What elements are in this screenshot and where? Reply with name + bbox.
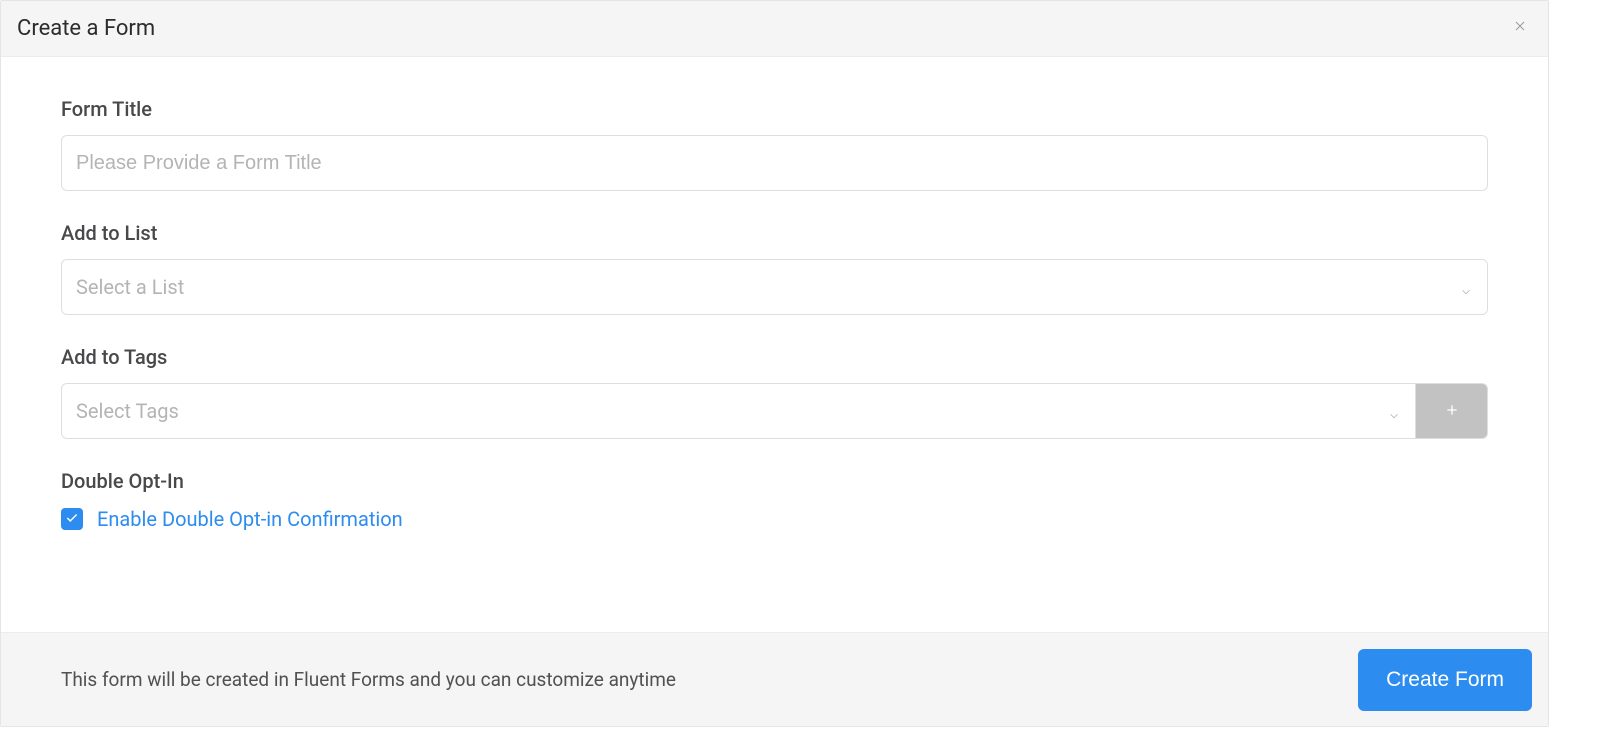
chevron-down-icon	[1459, 280, 1473, 294]
double-optin-label: Double Opt-In	[61, 469, 1488, 493]
footer-note: This form will be created in Fluent Form…	[61, 668, 676, 691]
close-button[interactable]	[1508, 17, 1532, 41]
close-icon	[1512, 18, 1528, 39]
plus-icon	[1444, 400, 1460, 422]
form-title-group: Form Title	[61, 97, 1488, 191]
add-to-tags-group: Add to Tags Select Tags	[61, 345, 1488, 439]
dialog-footer: This form will be created in Fluent Form…	[1, 632, 1548, 726]
dialog-body: Form Title Add to List Select a List Add…	[1, 57, 1548, 632]
double-optin-checkbox-label: Enable Double Opt-in Confirmation	[97, 507, 403, 531]
list-select[interactable]: Select a List	[61, 259, 1488, 315]
double-optin-group: Double Opt-In Enable Double Opt-in Confi…	[61, 469, 1488, 531]
tags-select[interactable]: Select Tags	[61, 383, 1416, 439]
list-select-placeholder: Select a List	[76, 275, 184, 299]
dialog-header: Create a Form	[1, 1, 1548, 57]
dialog-title: Create a Form	[17, 16, 155, 41]
chevron-down-icon	[1387, 404, 1401, 418]
add-to-list-label: Add to List	[61, 221, 1488, 245]
add-to-tags-label: Add to Tags	[61, 345, 1488, 369]
create-form-button[interactable]: Create Form	[1358, 649, 1532, 711]
create-form-dialog: Create a Form Form Title Add to List Sel…	[0, 0, 1549, 727]
form-title-input[interactable]	[61, 135, 1488, 191]
add-tag-button[interactable]	[1416, 383, 1488, 439]
tags-select-placeholder: Select Tags	[76, 399, 179, 423]
double-optin-checkbox-row[interactable]: Enable Double Opt-in Confirmation	[61, 507, 1488, 531]
form-title-label: Form Title	[61, 97, 1488, 121]
check-icon	[65, 510, 79, 529]
double-optin-checkbox	[61, 508, 83, 530]
add-to-list-group: Add to List Select a List	[61, 221, 1488, 315]
